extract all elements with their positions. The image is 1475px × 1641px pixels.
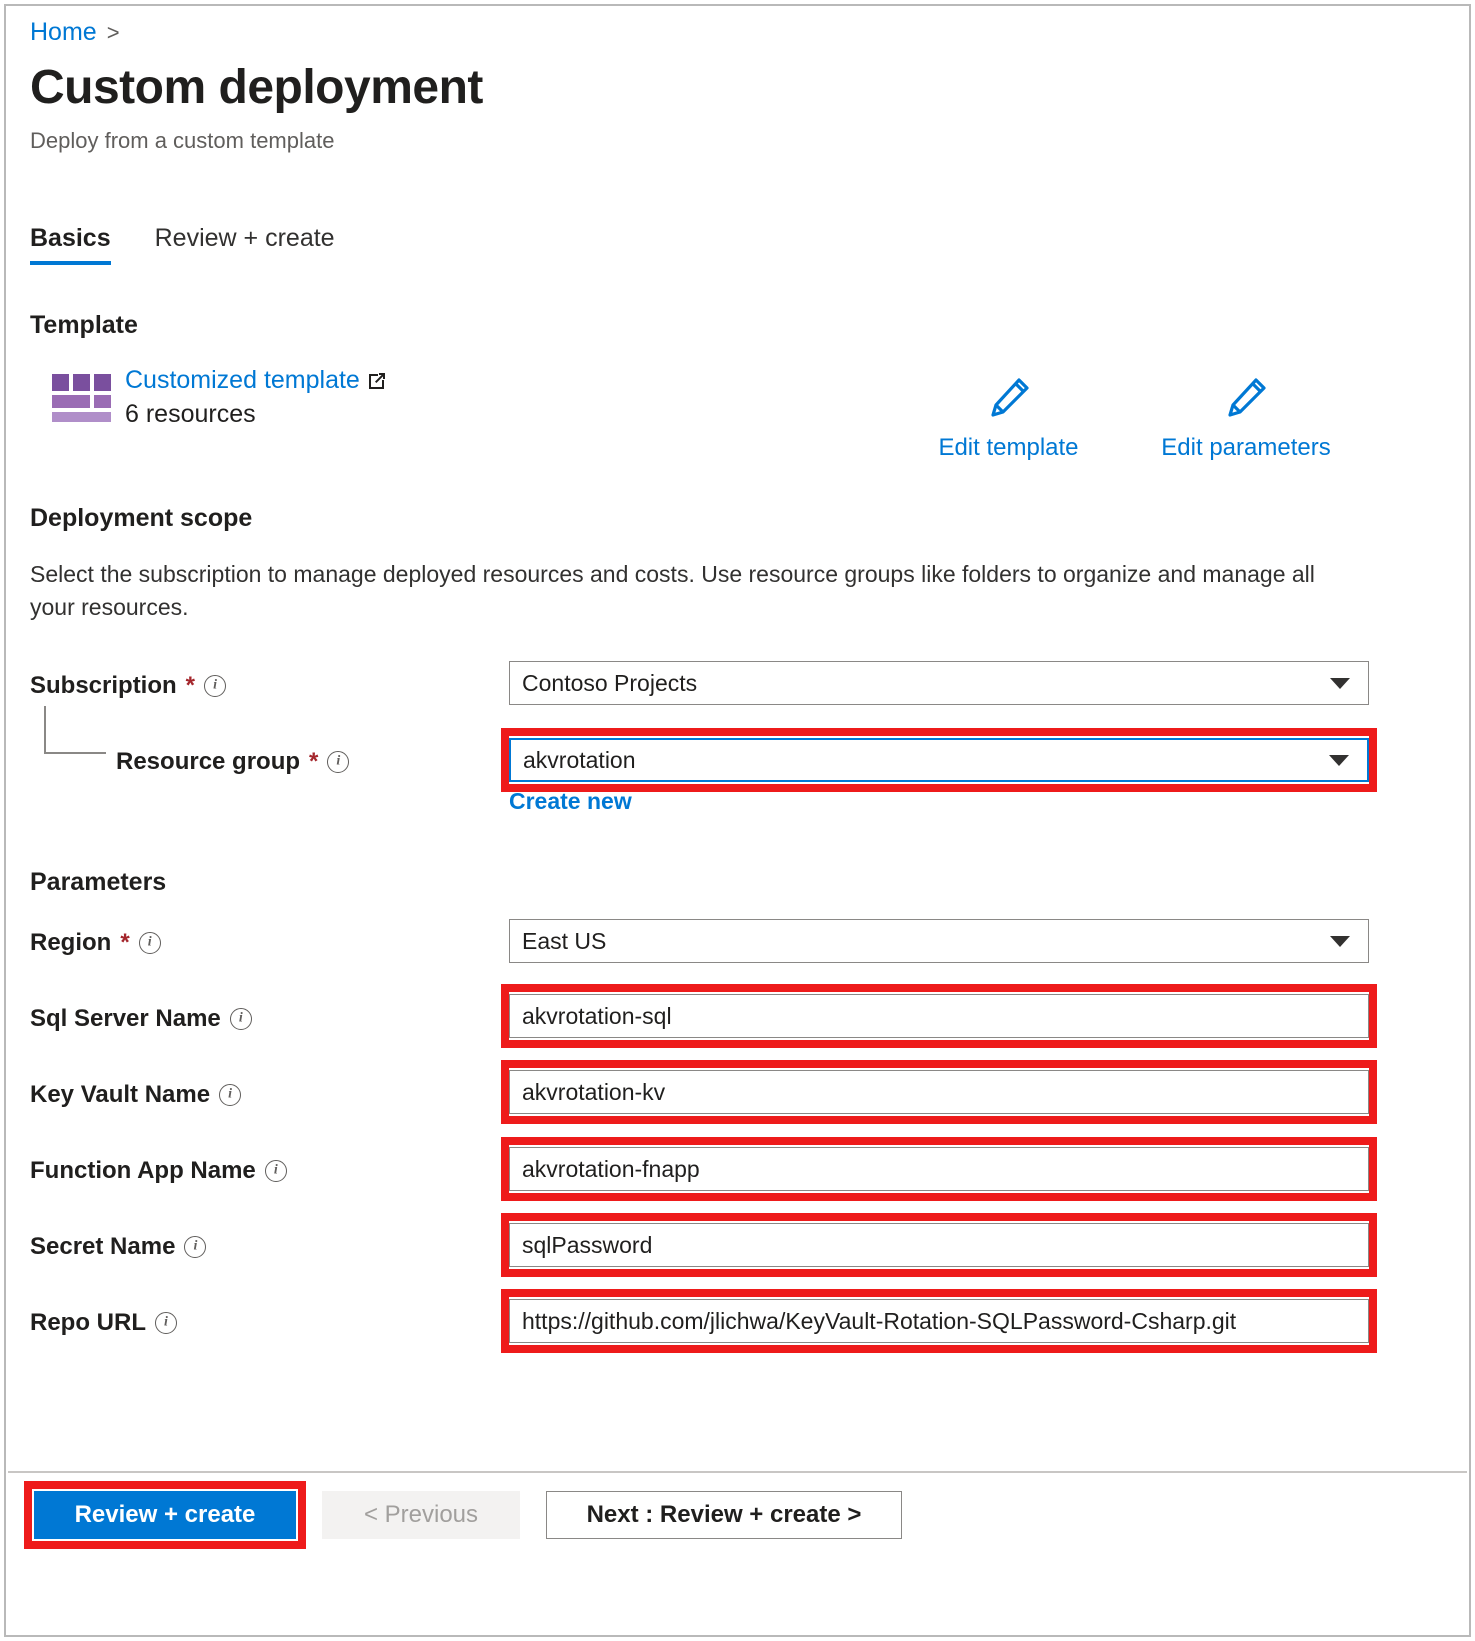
subscription-label-text: Subscription bbox=[30, 672, 177, 699]
external-link-icon bbox=[368, 372, 385, 389]
footer-divider bbox=[8, 1471, 1467, 1473]
deployment-scope-description: Select the subscription to manage deploy… bbox=[30, 561, 1315, 621]
resource-group-label-text: Resource group bbox=[116, 748, 301, 775]
secret-name-label-text: Secret Name bbox=[30, 1233, 176, 1260]
function-app-name-info-icon[interactable] bbox=[264, 1160, 287, 1182]
tab-basics[interactable]: Basics bbox=[30, 224, 111, 265]
repo-url-input[interactable]: https://github.com/jlichwa/KeyVault-Rota… bbox=[509, 1299, 1369, 1343]
function-app-name-value: akvrotation-fnapp bbox=[522, 1155, 700, 1182]
create-new-resource-group-link[interactable]: Create new bbox=[509, 788, 632, 815]
page-title: Custom deployment bbox=[30, 61, 483, 114]
sql-server-name-label-text: Sql Server Name bbox=[30, 1005, 221, 1032]
customized-template-icon bbox=[52, 374, 111, 422]
region-label: Region * bbox=[30, 929, 161, 957]
key-vault-name-info-icon[interactable] bbox=[219, 1084, 242, 1106]
function-app-name-label: Function App Name bbox=[30, 1157, 287, 1185]
region-info-icon[interactable] bbox=[138, 932, 161, 954]
next-review-create-button[interactable]: Next : Review + create > bbox=[546, 1491, 902, 1539]
sql-server-name-value: akvrotation-sql bbox=[522, 1002, 672, 1029]
resource-group-required-marker: * bbox=[309, 748, 319, 775]
sql-server-name-input[interactable]: akvrotation-sql bbox=[509, 994, 1369, 1038]
edit-parameters-label: Edit parameters bbox=[1161, 434, 1331, 461]
edit-parameters-button[interactable]: Edit parameters bbox=[1156, 374, 1336, 462]
sql-server-name-info-icon[interactable] bbox=[229, 1008, 252, 1030]
resource-group-value: akvrotation bbox=[523, 746, 636, 773]
key-vault-name-value: akvrotation-kv bbox=[522, 1078, 666, 1105]
edit-template-label: Edit template bbox=[938, 434, 1079, 461]
function-app-name-label-text: Function App Name bbox=[30, 1157, 256, 1184]
edit-template-button[interactable]: Edit template bbox=[931, 374, 1086, 462]
review-create-button[interactable]: Review + create bbox=[34, 1491, 296, 1539]
secret-name-label: Secret Name bbox=[30, 1233, 207, 1261]
key-vault-name-label: Key Vault Name bbox=[30, 1081, 242, 1109]
subscription-select[interactable]: Contoso Projects bbox=[509, 661, 1369, 705]
resource-group-info-icon[interactable] bbox=[327, 751, 350, 773]
subscription-value: Contoso Projects bbox=[522, 669, 698, 696]
key-vault-name-label-text: Key Vault Name bbox=[30, 1081, 211, 1108]
customized-template-link-label: Customized template bbox=[125, 366, 360, 394]
template-resource-count: 6 resources bbox=[125, 400, 256, 428]
previous-button[interactable]: < Previous bbox=[322, 1491, 520, 1539]
secret-name-input[interactable]: sqlPassword bbox=[509, 1223, 1369, 1267]
breadcrumb-chevron-icon: > bbox=[106, 19, 120, 45]
region-required-marker: * bbox=[120, 929, 130, 956]
breadcrumb-home-link[interactable]: Home bbox=[30, 18, 97, 47]
secret-name-value: sqlPassword bbox=[522, 1231, 653, 1258]
region-value: East US bbox=[522, 927, 607, 954]
sql-server-name-label: Sql Server Name bbox=[30, 1005, 252, 1033]
key-vault-name-input[interactable]: akvrotation-kv bbox=[509, 1070, 1369, 1114]
parameters-section-heading: Parameters bbox=[30, 868, 167, 896]
repo-url-info-icon[interactable] bbox=[155, 1312, 177, 1334]
repo-url-label-text: Repo URL bbox=[30, 1309, 146, 1336]
secret-name-info-icon[interactable] bbox=[184, 1236, 207, 1258]
pencil-icon bbox=[990, 378, 1029, 417]
scope-tree-connector bbox=[44, 706, 106, 754]
breadcrumb: Home > bbox=[30, 18, 120, 47]
function-app-name-input[interactable]: akvrotation-fnapp bbox=[509, 1147, 1369, 1191]
pencil-icon bbox=[1228, 378, 1266, 417]
region-label-text: Region bbox=[30, 929, 112, 956]
custom-deployment-window: Home > Custom deployment Deploy from a c… bbox=[4, 4, 1471, 1637]
resource-group-label: Resource group * bbox=[116, 748, 350, 776]
repo-url-value: https://github.com/jlichwa/KeyVault-Rota… bbox=[522, 1307, 1237, 1334]
resource-group-select[interactable]: akvrotation bbox=[509, 738, 1369, 782]
region-select[interactable]: East US bbox=[509, 919, 1369, 963]
subscription-info-icon[interactable] bbox=[204, 675, 227, 697]
customized-template-link[interactable]: Customized template bbox=[125, 366, 387, 395]
page-subtitle: Deploy from a custom template bbox=[30, 128, 335, 153]
tab-bar: Basics Review + create bbox=[30, 224, 335, 265]
deployment-scope-heading: Deployment scope bbox=[30, 504, 253, 532]
template-section-heading: Template bbox=[30, 311, 138, 339]
chevron-down-icon bbox=[1330, 935, 1350, 947]
tab-review-create[interactable]: Review + create bbox=[155, 224, 335, 265]
repo-url-label: Repo URL bbox=[30, 1309, 177, 1337]
subscription-label: Subscription * bbox=[30, 672, 227, 700]
subscription-required-marker: * bbox=[185, 672, 196, 699]
chevron-down-icon bbox=[1329, 754, 1349, 766]
chevron-down-icon bbox=[1330, 677, 1350, 689]
